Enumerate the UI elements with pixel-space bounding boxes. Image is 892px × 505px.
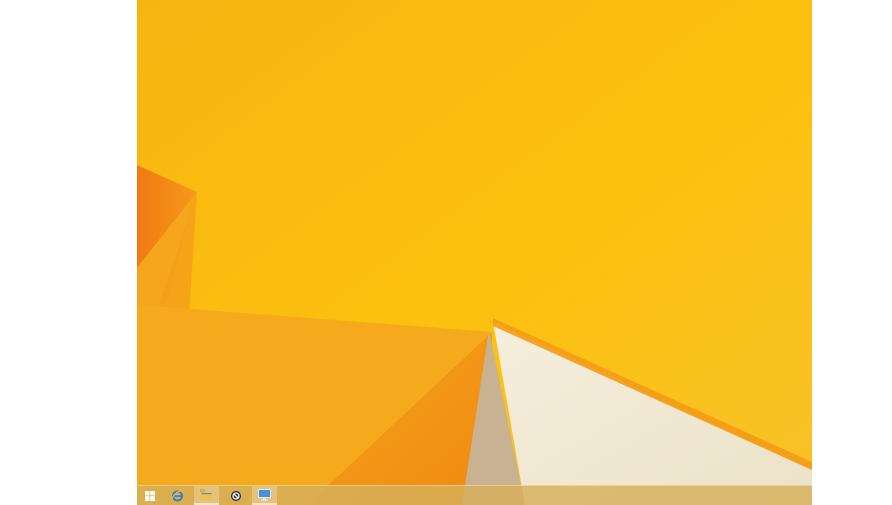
internet-explorer-button[interactable]	[165, 486, 190, 505]
internet-explorer-icon	[171, 490, 184, 502]
desktop-wallpaper	[137, 0, 812, 505]
circle-slash-icon	[230, 490, 241, 501]
windows-logo-icon	[145, 490, 155, 501]
file-explorer-button[interactable]	[194, 486, 219, 505]
remote-desktop-button[interactable]	[252, 486, 277, 505]
taskbar	[137, 485, 812, 505]
start-button[interactable]	[139, 486, 161, 505]
desktop-screen	[137, 0, 812, 505]
monitor-icon	[258, 488, 271, 501]
app-button[interactable]	[223, 486, 248, 505]
folder-icon	[200, 489, 213, 500]
